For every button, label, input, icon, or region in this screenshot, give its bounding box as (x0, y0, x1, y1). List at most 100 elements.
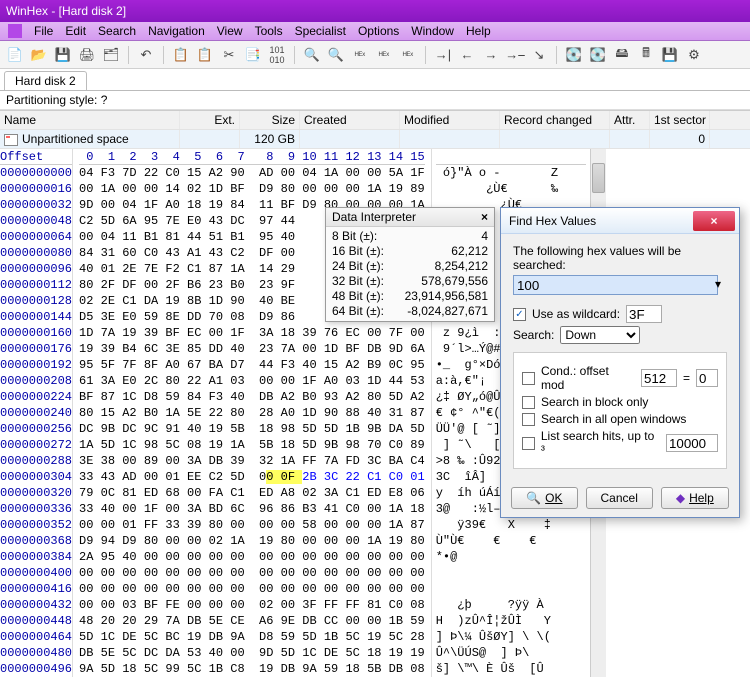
help-button[interactable]: ◆Help (661, 487, 729, 509)
calc-icon[interactable]: 🖩 (637, 46, 655, 64)
cell-size: 120 GB (240, 130, 300, 148)
separator (163, 46, 164, 64)
col-created[interactable]: Created (300, 111, 400, 129)
cond-eq: = (683, 371, 690, 385)
goto-end-icon[interactable]: ↘ (530, 46, 548, 64)
cond-checkbox[interactable] (522, 372, 535, 385)
list-hits-checkbox[interactable] (522, 437, 535, 450)
search-dir-select[interactable]: Down (560, 326, 640, 344)
help-icon: ◆ (676, 491, 685, 505)
dialog-prompt: The following hex values will be searche… (513, 244, 727, 272)
goto-last-icon[interactable]: →⎯ (506, 46, 524, 64)
toolbar: 📄 📂 💾 🖨 🗂 ↶ 📋 📋 ✂ 📑 101010 🔍 🔍 ᴴᴱˣ ᴴᴱˣ ᴴ… (0, 41, 750, 69)
search-icon: 🔍 (526, 491, 541, 505)
separator (425, 46, 426, 64)
disk2-icon[interactable]: 💽 (589, 46, 607, 64)
ok-button[interactable]: 🔍OK (511, 487, 577, 509)
cond-val-input[interactable] (696, 369, 718, 387)
search-dir-label: Search: (513, 328, 554, 342)
ram-icon[interactable]: 💾 (661, 46, 679, 64)
menu-file[interactable]: File (34, 24, 53, 38)
cell-ext (180, 130, 240, 148)
scroll-thumb[interactable] (592, 163, 605, 193)
find-hex-icon[interactable]: 🔍 (327, 46, 345, 64)
col-record[interactable]: Record changed (500, 111, 610, 129)
find-b-icon[interactable]: ᴴᴱˣ (399, 46, 417, 64)
columns-header: Name Ext. Size Created Modified Record c… (0, 110, 750, 130)
col-ext[interactable]: Ext. (180, 111, 240, 129)
open-icon[interactable]: 📂 (30, 46, 48, 64)
menu-edit[interactable]: Edit (65, 24, 86, 38)
cell-modified (400, 130, 500, 148)
menu-window[interactable]: Window (411, 24, 454, 38)
all-windows-checkbox[interactable] (522, 413, 535, 426)
cancel-button[interactable]: Cancel (586, 487, 653, 509)
data-interpreter-panel[interactable]: Data Interpreter × 8 Bit (±):416 Bit (±)… (325, 207, 495, 322)
wildcard-value-input[interactable] (626, 305, 662, 323)
undo-icon[interactable]: ↶ (137, 46, 155, 64)
app-icon (8, 24, 22, 38)
goto-back-icon[interactable]: ← (458, 46, 476, 64)
hex-value-input[interactable] (513, 275, 718, 295)
panel-title: Data Interpreter (332, 210, 416, 224)
cond-mod-input[interactable] (641, 369, 677, 387)
bits-icon[interactable]: 101010 (268, 46, 286, 64)
col-name[interactable]: Name (0, 111, 180, 129)
list-hits-input[interactable] (666, 434, 718, 452)
menu-specialist[interactable]: Specialist (295, 24, 346, 38)
separator (294, 46, 295, 64)
tab-bar: Hard disk 2 (0, 69, 750, 91)
paste-icon[interactable]: 📋 (196, 46, 214, 64)
goto-fwd-icon[interactable]: → (482, 46, 500, 64)
list-hits-label: List search hits, up to ³ (541, 429, 660, 457)
cell-attr (610, 130, 650, 148)
cell-record (500, 130, 610, 148)
new-icon[interactable]: 📄 (6, 46, 24, 64)
tools-icon[interactable]: ⚙ (685, 46, 703, 64)
cut-icon[interactable]: ✂ (220, 46, 238, 64)
dialog-title: Find Hex Values (501, 214, 596, 228)
goto-first-icon[interactable]: →| (434, 46, 452, 64)
window-title: WinHex - [Hard disk 2] (0, 0, 750, 22)
menu-search[interactable]: Search (98, 24, 136, 38)
all-windows-label: Search in all open windows (541, 412, 686, 426)
dropdown-icon[interactable]: ▾ (715, 277, 721, 291)
block-only-checkbox[interactable] (522, 396, 535, 409)
save-icon[interactable]: 💾 (54, 46, 72, 64)
menu-navigation[interactable]: Navigation (148, 24, 205, 38)
folder-icon[interactable]: 🗂 (102, 46, 120, 64)
close-icon[interactable]: × (693, 211, 735, 231)
wildcard-checkbox[interactable] (513, 308, 526, 321)
dialog-titlebar[interactable]: Find Hex Values × (501, 208, 739, 234)
col-size[interactable]: Size (240, 111, 300, 129)
disk3-icon[interactable]: 🖴 (613, 46, 631, 64)
cell-name: Unpartitioned space (0, 130, 180, 148)
disk1-icon[interactable]: 💽 (565, 46, 583, 64)
panel-close-icon[interactable]: × (481, 210, 488, 224)
find-text-icon[interactable]: ᴴᴱˣ (351, 46, 369, 64)
find-a-icon[interactable]: ᴴᴱˣ (375, 46, 393, 64)
block-only-label: Search in block only (541, 395, 648, 409)
copy-icon[interactable]: 📋 (172, 46, 190, 64)
menu-options[interactable]: Options (358, 24, 399, 38)
col-attr[interactable]: Attr. (610, 111, 650, 129)
find-hex-dialog: Find Hex Values × The following hex valu… (500, 207, 740, 518)
menu-help[interactable]: Help (466, 24, 491, 38)
menubar: File Edit Search Navigation View Tools S… (0, 22, 750, 41)
separator (556, 46, 557, 64)
table-row[interactable]: Unpartitioned space 120 GB 0 (0, 130, 750, 149)
col-modified[interactable]: Modified (400, 111, 500, 129)
wildcard-label: Use as wildcard: (532, 307, 620, 321)
partition-icon (4, 134, 18, 146)
cell-first: 0 (650, 130, 710, 148)
panel-body: 8 Bit (±):416 Bit (±):62,21224 Bit (±):8… (326, 227, 494, 321)
copy2-icon[interactable]: 📑 (244, 46, 262, 64)
menu-tools[interactable]: Tools (255, 24, 283, 38)
tab-harddisk2[interactable]: Hard disk 2 (4, 71, 87, 90)
print-icon[interactable]: 🖨 (78, 46, 96, 64)
cell-created (300, 130, 400, 148)
find-icon[interactable]: 🔍 (303, 46, 321, 64)
partitioning-style: Partitioning style: ? (0, 91, 750, 110)
menu-view[interactable]: View (217, 24, 243, 38)
col-first[interactable]: 1st sector (650, 111, 710, 129)
